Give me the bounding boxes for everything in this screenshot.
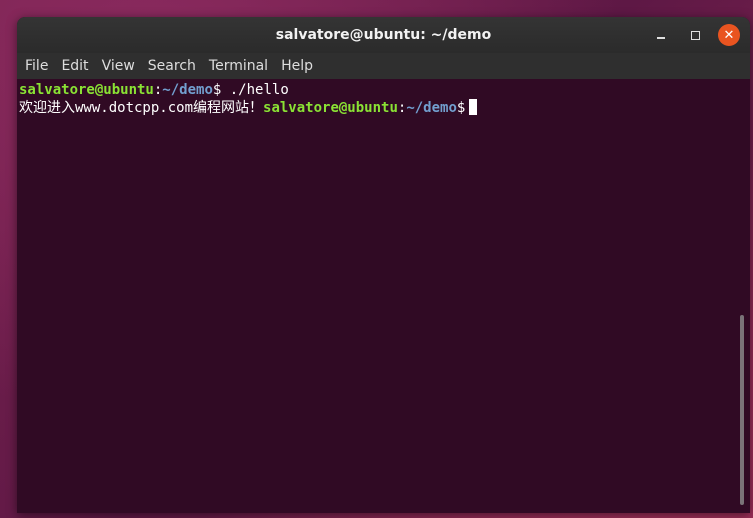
maximize-button[interactable]: [684, 24, 706, 46]
program-output: 欢迎进入www.dotcpp.com编程网站！: [19, 100, 264, 116]
prompt-dollar: $: [456, 100, 466, 116]
close-button[interactable]: ✕: [718, 24, 740, 46]
minimize-button[interactable]: [650, 24, 672, 46]
menu-edit[interactable]: Edit: [55, 58, 94, 74]
titlebar[interactable]: salvatore@ubuntu: ~/demo ✕: [17, 17, 750, 53]
command-text: ./hello: [221, 82, 289, 98]
minimize-icon: [657, 37, 665, 39]
maximize-icon: [690, 30, 700, 40]
prompt-user-host: salvatore@ubuntu: [263, 100, 398, 116]
scrollbar[interactable]: [740, 315, 744, 505]
terminal-line-command: salvatore@ubuntu:~/demo$ ./hello: [19, 81, 289, 99]
menu-view[interactable]: View: [96, 58, 141, 74]
menu-terminal[interactable]: Terminal: [203, 58, 274, 74]
window-title: salvatore@ubuntu: ~/demo: [275, 27, 492, 43]
menu-search[interactable]: Search: [142, 58, 202, 74]
close-icon: ✕: [723, 27, 735, 43]
menu-file[interactable]: File: [19, 58, 54, 74]
text-cursor: [469, 99, 478, 115]
terminal-window[interactable]: salvatore@ubuntu: ~/demo ✕ File Edit Vie…: [17, 17, 750, 513]
prompt-path: ~/demo: [406, 100, 457, 116]
prompt-user-host: salvatore@ubuntu: [19, 82, 154, 98]
terminal-area[interactable]: salvatore@ubuntu:~/demo$ ./hello 欢迎进入www…: [17, 79, 750, 513]
menubar: File Edit View Search Terminal Help: [17, 53, 750, 79]
terminal-line-output: 欢迎进入www.dotcpp.com编程网站！salvatore@ubuntu:…: [19, 99, 478, 117]
prompt-path: ~/demo: [162, 82, 213, 98]
menu-help[interactable]: Help: [275, 58, 319, 74]
window-controls: ✕: [638, 17, 740, 53]
